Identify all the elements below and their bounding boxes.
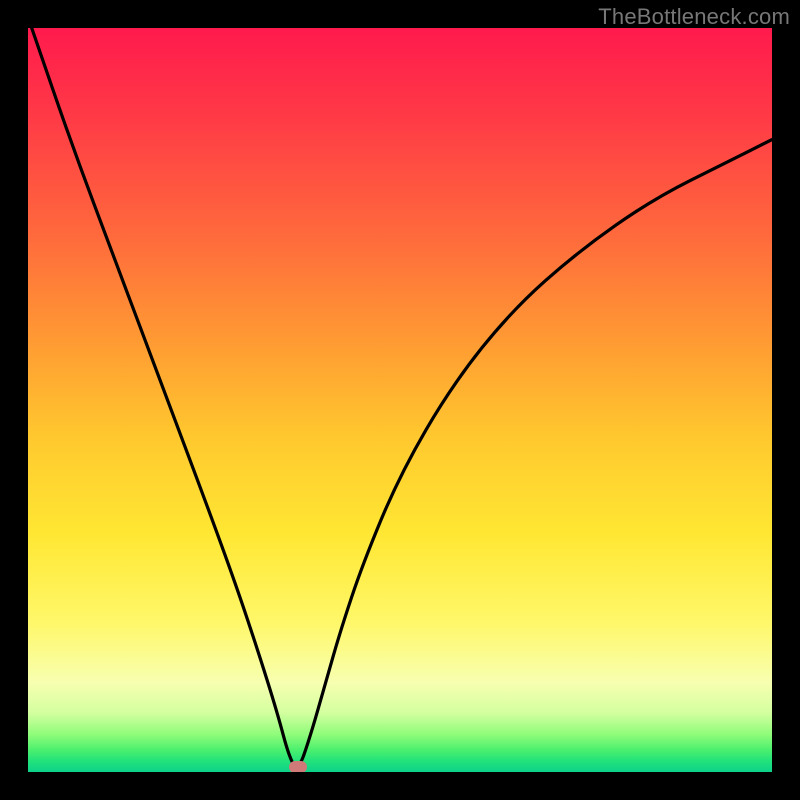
- minimum-marker: [289, 761, 307, 772]
- plot-area: [28, 28, 772, 772]
- bottleneck-curve: [28, 28, 772, 772]
- outer-frame: TheBottleneck.com: [0, 0, 800, 800]
- curve-path: [32, 28, 772, 767]
- watermark-text: TheBottleneck.com: [598, 4, 790, 30]
